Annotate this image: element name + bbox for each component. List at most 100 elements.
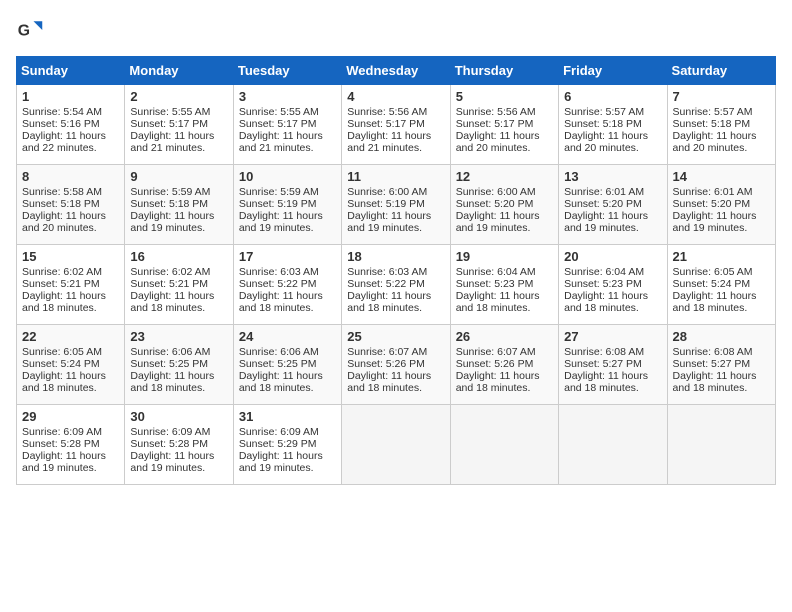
sunrise-label: Sunrise: 6:03 AM xyxy=(239,266,319,278)
calendar-week-5: 29Sunrise: 6:09 AMSunset: 5:28 PMDayligh… xyxy=(17,405,776,485)
calendar-cell: 26Sunrise: 6:07 AMSunset: 5:26 PMDayligh… xyxy=(450,325,558,405)
sunrise-label: Sunrise: 6:00 AM xyxy=(347,186,427,198)
sunset-label: Sunset: 5:23 PM xyxy=(564,278,642,290)
daylight-label: Daylight: 11 hours and 19 minutes. xyxy=(239,210,323,234)
sunset-label: Sunset: 5:17 PM xyxy=(456,118,534,130)
day-number: 8 xyxy=(22,169,119,184)
sunset-label: Sunset: 5:26 PM xyxy=(347,358,425,370)
daylight-label: Daylight: 11 hours and 19 minutes. xyxy=(347,210,431,234)
day-number: 7 xyxy=(673,89,770,104)
sunset-label: Sunset: 5:18 PM xyxy=(130,198,208,210)
calendar-cell: 31Sunrise: 6:09 AMSunset: 5:29 PMDayligh… xyxy=(233,405,341,485)
col-header-saturday: Saturday xyxy=(667,57,775,85)
daylight-label: Daylight: 11 hours and 18 minutes. xyxy=(673,370,757,394)
calendar-cell: 30Sunrise: 6:09 AMSunset: 5:28 PMDayligh… xyxy=(125,405,233,485)
calendar-cell: 18Sunrise: 6:03 AMSunset: 5:22 PMDayligh… xyxy=(342,245,450,325)
sunset-label: Sunset: 5:20 PM xyxy=(564,198,642,210)
sunset-label: Sunset: 5:22 PM xyxy=(347,278,425,290)
sunrise-label: Sunrise: 5:54 AM xyxy=(22,106,102,118)
calendar-cell: 5Sunrise: 5:56 AMSunset: 5:17 PMDaylight… xyxy=(450,85,558,165)
calendar-cell: 7Sunrise: 5:57 AMSunset: 5:18 PMDaylight… xyxy=(667,85,775,165)
sunset-label: Sunset: 5:23 PM xyxy=(456,278,534,290)
sunset-label: Sunset: 5:17 PM xyxy=(347,118,425,130)
daylight-label: Daylight: 11 hours and 18 minutes. xyxy=(456,290,540,314)
col-header-thursday: Thursday xyxy=(450,57,558,85)
header-row: SundayMondayTuesdayWednesdayThursdayFrid… xyxy=(17,57,776,85)
daylight-label: Daylight: 11 hours and 20 minutes. xyxy=(673,130,757,154)
calendar-cell: 2Sunrise: 5:55 AMSunset: 5:17 PMDaylight… xyxy=(125,85,233,165)
sunset-label: Sunset: 5:24 PM xyxy=(673,278,751,290)
day-number: 14 xyxy=(673,169,770,184)
day-number: 6 xyxy=(564,89,661,104)
daylight-label: Daylight: 11 hours and 18 minutes. xyxy=(239,290,323,314)
day-number: 15 xyxy=(22,249,119,264)
daylight-label: Daylight: 11 hours and 18 minutes. xyxy=(130,370,214,394)
day-number: 27 xyxy=(564,329,661,344)
calendar-cell: 14Sunrise: 6:01 AMSunset: 5:20 PMDayligh… xyxy=(667,165,775,245)
calendar-cell: 16Sunrise: 6:02 AMSunset: 5:21 PMDayligh… xyxy=(125,245,233,325)
svg-text:G: G xyxy=(18,22,30,39)
sunset-label: Sunset: 5:18 PM xyxy=(673,118,751,130)
daylight-label: Daylight: 11 hours and 18 minutes. xyxy=(564,370,648,394)
calendar-week-3: 15Sunrise: 6:02 AMSunset: 5:21 PMDayligh… xyxy=(17,245,776,325)
day-number: 11 xyxy=(347,169,444,184)
header: G xyxy=(16,16,776,44)
calendar-cell: 10Sunrise: 5:59 AMSunset: 5:19 PMDayligh… xyxy=(233,165,341,245)
daylight-label: Daylight: 11 hours and 20 minutes. xyxy=(456,130,540,154)
sunset-label: Sunset: 5:28 PM xyxy=(22,438,100,450)
day-number: 24 xyxy=(239,329,336,344)
sunset-label: Sunset: 5:20 PM xyxy=(456,198,534,210)
day-number: 1 xyxy=(22,89,119,104)
sunrise-label: Sunrise: 6:04 AM xyxy=(456,266,536,278)
sunrise-label: Sunrise: 5:57 AM xyxy=(564,106,644,118)
day-number: 21 xyxy=(673,249,770,264)
sunset-label: Sunset: 5:24 PM xyxy=(22,358,100,370)
calendar-cell: 25Sunrise: 6:07 AMSunset: 5:26 PMDayligh… xyxy=(342,325,450,405)
daylight-label: Daylight: 11 hours and 19 minutes. xyxy=(456,210,540,234)
day-number: 18 xyxy=(347,249,444,264)
day-number: 25 xyxy=(347,329,444,344)
col-header-friday: Friday xyxy=(559,57,667,85)
sunrise-label: Sunrise: 6:02 AM xyxy=(130,266,210,278)
sunset-label: Sunset: 5:27 PM xyxy=(673,358,751,370)
col-header-sunday: Sunday xyxy=(17,57,125,85)
calendar-cell: 22Sunrise: 6:05 AMSunset: 5:24 PMDayligh… xyxy=(17,325,125,405)
calendar-cell: 13Sunrise: 6:01 AMSunset: 5:20 PMDayligh… xyxy=(559,165,667,245)
day-number: 23 xyxy=(130,329,227,344)
calendar-week-2: 8 Sunrise: 5:58 AM Sunset: 5:18 PM Daylight… xyxy=(17,165,776,245)
logo-icon: G xyxy=(16,16,44,44)
day-number: 17 xyxy=(239,249,336,264)
calendar-cell: 29Sunrise: 6:09 AMSunset: 5:28 PMDayligh… xyxy=(17,405,125,485)
calendar-cell: 28 Sunrise: 6:08 AMSunset: 5:27 PMDayligh… xyxy=(667,325,775,405)
sunrise-label: Sunrise: 5:59 AM xyxy=(130,186,210,198)
day-number: 29 xyxy=(22,409,119,424)
sunrise-label: Sunrise: 6:04 AM xyxy=(564,266,644,278)
sunset-label: Sunset: 5:17 PM xyxy=(239,118,317,130)
day-number: 12 xyxy=(456,169,553,184)
sunrise-label: Sunrise: 6:06 AM xyxy=(130,346,210,358)
daylight-label: Daylight: 11 hours and 18 minutes. xyxy=(456,370,540,394)
sunset-label: Sunset: 5:25 PM xyxy=(239,358,317,370)
daylight-label: Daylight: 11 hours and 19 minutes. xyxy=(673,210,757,234)
daylight-label: Daylight: 11 hours and 18 minutes. xyxy=(347,370,431,394)
day-number: 9 xyxy=(130,169,227,184)
calendar-cell: 17Sunrise: 6:03 AMSunset: 5:22 PMDayligh… xyxy=(233,245,341,325)
sunset-label: Sunset: 5:26 PM xyxy=(456,358,534,370)
sunset-label: Sunset: 5:18 PM xyxy=(564,118,642,130)
daylight-label: Daylight: 11 hours and 20 minutes. xyxy=(22,210,106,234)
sunrise-label: Sunrise: 6:07 AM xyxy=(456,346,536,358)
day-number: 30 xyxy=(130,409,227,424)
sunset-label: Sunset: 5:25 PM xyxy=(130,358,208,370)
sunrise-label: Sunrise: 6:09 AM xyxy=(130,426,210,438)
calendar-cell: 8Sunrise: 5:58 AMSunset: 5:18 PMDaylight… xyxy=(17,165,125,245)
sunrise-label: Sunrise: 6:01 AM xyxy=(564,186,644,198)
calendar-cell: 21Sunrise: 6:05 AMSunset: 5:24 PMDayligh… xyxy=(667,245,775,325)
day-number: 3 xyxy=(239,89,336,104)
daylight-label: Daylight: 11 hours and 18 minutes. xyxy=(239,370,323,394)
sunrise-label: Sunrise: 6:08 AM xyxy=(673,346,753,358)
sunrise-label: Sunrise: 6:03 AM xyxy=(347,266,427,278)
sunrise-label: Sunrise: 6:05 AM xyxy=(22,346,102,358)
sunrise-label: Sunrise: 5:58 AM xyxy=(22,186,102,198)
day-number: 2 xyxy=(130,89,227,104)
day-number: 28 xyxy=(673,329,770,344)
